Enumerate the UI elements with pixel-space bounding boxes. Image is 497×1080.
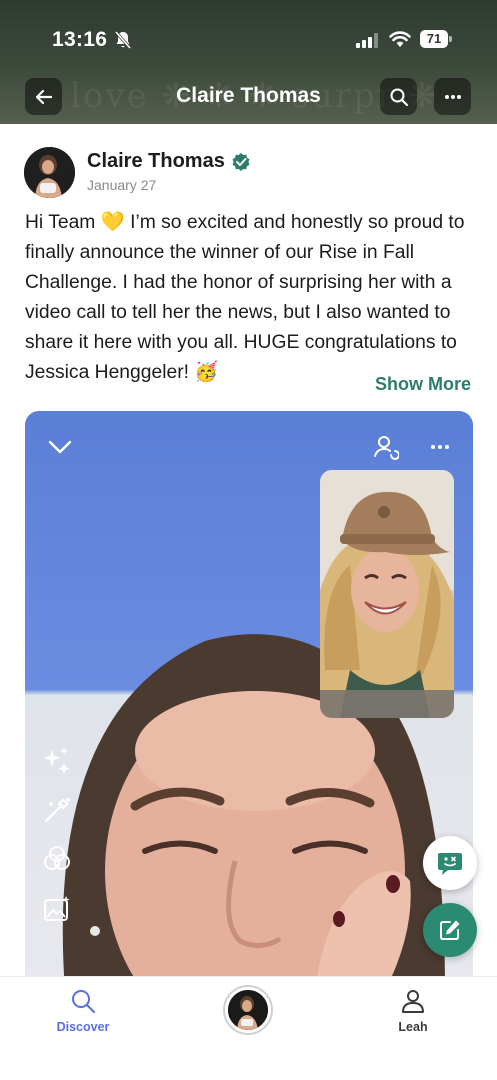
wifi-icon <box>389 31 411 47</box>
person-swap-icon[interactable] <box>373 434 399 460</box>
tab-leah-label: Leah <box>398 1020 428 1034</box>
avatar <box>228 990 268 1030</box>
show-more-link[interactable]: Show More <box>375 374 471 395</box>
search-button[interactable] <box>380 78 417 115</box>
filters-icon[interactable] <box>42 844 72 874</box>
status-time: 13:16 <box>52 28 108 51</box>
status-bar: 13:16 71 <box>0 0 497 80</box>
sparkles-icon[interactable] <box>42 745 72 775</box>
battery-icon: 71 <box>420 30 452 48</box>
signal-icon <box>356 33 378 48</box>
chat-fab-button[interactable] <box>423 836 477 890</box>
person-icon <box>402 990 424 1013</box>
magic-wand-icon[interactable] <box>42 795 72 825</box>
compose-fab-button[interactable] <box>423 903 477 957</box>
chat-icon <box>438 853 462 875</box>
post-media-video[interactable] <box>25 411 473 991</box>
post-date: January 27 <box>87 177 157 193</box>
tab-discover-label: Discover <box>56 1020 110 1034</box>
post-body-text: Hi Team 💛 I’m so excited and honestly so… <box>25 212 465 383</box>
author-name[interactable]: Claire Thomas <box>87 150 225 173</box>
bottom-navigation: Discover Leah <box>0 976 497 1080</box>
page-title: Claire Thomas <box>176 84 321 107</box>
battery-level: 71 <box>420 30 448 48</box>
image-effects-icon[interactable] <box>42 895 72 925</box>
pip-video-thumbnail[interactable] <box>320 470 454 718</box>
top-header: love ❋ ❋ ❋ surpr ❋ 13:16 71 Claire Thoma… <box>0 0 497 124</box>
author-avatar[interactable] <box>24 147 75 198</box>
chevron-down-icon[interactable] <box>48 439 72 455</box>
tab-profile-avatar[interactable] <box>223 985 273 1035</box>
more-button[interactable] <box>434 78 471 115</box>
more-icon[interactable] <box>429 439 451 455</box>
verified-badge-icon <box>232 153 250 171</box>
edit-icon <box>440 920 460 940</box>
silent-bell-icon <box>114 31 132 49</box>
pip-video-frame <box>320 470 454 718</box>
search-icon <box>72 990 95 1013</box>
search-icon <box>390 88 408 106</box>
more-icon <box>444 94 461 99</box>
